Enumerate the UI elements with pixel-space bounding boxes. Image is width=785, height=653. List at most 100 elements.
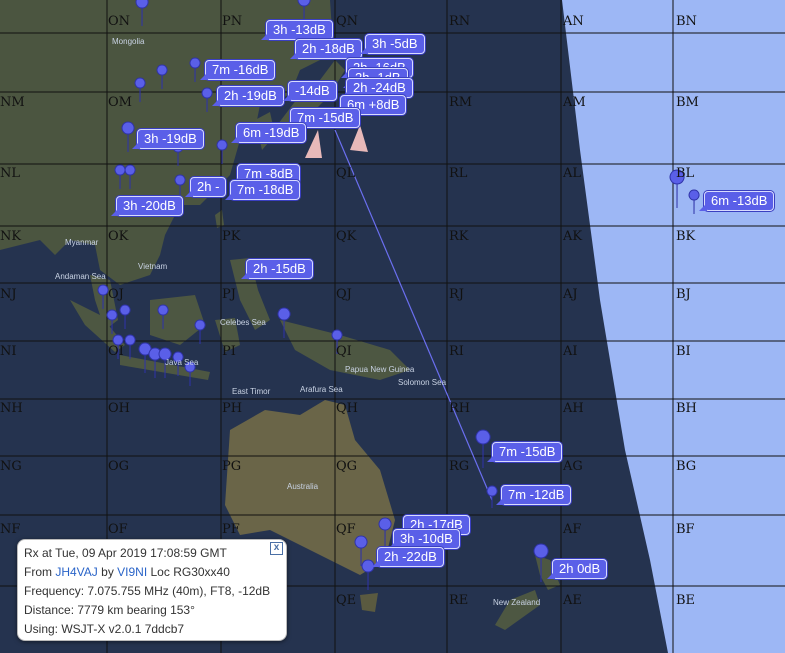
grid-label: OF (108, 522, 128, 537)
grid-label: QK (336, 229, 357, 244)
grid-label: BK (676, 229, 696, 244)
grid-label: QG (336, 459, 358, 474)
grid-label: AN (563, 14, 584, 29)
spot-label[interactable]: 3h -13dB (261, 20, 333, 40)
software-text: Using: WSJT-X v2.0.1 7ddcb7 (24, 622, 185, 636)
grid-label: RN (449, 14, 471, 29)
grid-label: NM (0, 95, 25, 110)
map-canvas[interactable]: ON PN QN RN AN BN NM OM RM AM BM NL QL R… (0, 0, 785, 653)
locator-text: Loc RG30xx40 (147, 565, 230, 579)
spot-label[interactable]: 2h 0dB (546, 559, 608, 579)
grid-label: NH (0, 401, 23, 416)
grid-label: PK (222, 229, 241, 244)
place-label: East Timor (232, 387, 271, 396)
spot-label[interactable]: 2h - (184, 177, 227, 197)
grid-label: PN (222, 14, 243, 29)
spot-label[interactable]: 2h -18dB (290, 39, 362, 59)
grid-label: BH (676, 401, 697, 416)
place-label: Andaman Sea (55, 272, 106, 281)
grid-label: RE (449, 593, 469, 608)
grid-label: NI (0, 344, 17, 359)
spot-label[interactable]: 2h -19dB (212, 86, 284, 106)
grid-label: BL (676, 166, 695, 181)
grid-label: AM (563, 95, 586, 110)
grid-label: QH (336, 401, 358, 416)
grid-label: NK (0, 229, 22, 244)
spot-label[interactable]: 3h -5dB (360, 34, 425, 54)
distance-text: Distance: 7779 km bearing 153° (24, 603, 195, 617)
grid-label: AK (563, 229, 583, 244)
spot-label[interactable]: 6m -19dB (230, 123, 307, 143)
spot-label[interactable]: 7m -16dB (199, 60, 276, 80)
grid-label: AI (563, 344, 578, 359)
spot-label[interactable]: 3h -20dB (111, 196, 183, 216)
sender-call-link[interactable]: JH4VAJ (55, 565, 97, 579)
place-label: Vietnam (138, 262, 168, 271)
place-label: New Zealand (493, 598, 541, 607)
place-label: Celebes Sea (220, 318, 266, 327)
grid-label: OH (108, 401, 130, 416)
grid-label: AJ (563, 287, 578, 302)
grid-label: BM (676, 95, 699, 110)
spot-label[interactable]: 7m -15dB (486, 442, 563, 462)
grid-label: PJ (222, 287, 236, 302)
grid-label: NG (0, 459, 22, 474)
from-line: From JH4VAJ by VI9NI Loc RG30xx40 (24, 563, 286, 582)
grid-label: BG (676, 459, 697, 474)
spot-info-window: x Rx at Tue, 09 Apr 2019 17:08:59 GMT Fr… (17, 539, 287, 641)
grid-label: NJ (0, 287, 17, 302)
grid-label: QF (336, 522, 356, 537)
grid-label: QJ (336, 287, 352, 302)
grid-label: BJ (676, 287, 691, 302)
spot-label[interactable]: 6m -13dB (698, 191, 775, 211)
close-icon[interactable]: x (270, 542, 283, 555)
grid-label: RH (449, 401, 471, 416)
place-label: Myanmar (65, 238, 99, 247)
grid-label: QE (336, 593, 357, 608)
place-label: Java Sea (165, 358, 199, 367)
tasmania-landmass (360, 593, 378, 612)
grid-label: OK (108, 229, 129, 244)
grid-label: NL (0, 166, 21, 181)
grid-label: RK (449, 229, 469, 244)
frequency-text: Frequency: 7.075.755 MHz (40m), FT8, -12… (24, 584, 271, 598)
spot-label[interactable]: -14dB (283, 81, 337, 101)
receiver-call-link[interactable]: VI9NI (117, 565, 147, 579)
grid-label: QN (336, 14, 359, 29)
place-label: Australia (287, 482, 319, 491)
spot-label[interactable]: 7m -18dB (224, 180, 301, 200)
spot-label[interactable]: 3h -10dB (388, 529, 460, 549)
grid-label: AE (563, 593, 582, 608)
grid-label: RG (449, 459, 470, 474)
grid-label: AF (563, 522, 582, 537)
grid-label: RJ (449, 287, 464, 302)
place-label: Mongolia (112, 37, 145, 46)
grid-label: AH (563, 401, 584, 416)
spot-label[interactable]: 2h -15dB (241, 259, 313, 279)
grid-label: BE (676, 593, 696, 608)
grid-label: BN (676, 14, 697, 29)
grid-label: ON (108, 14, 131, 29)
rx-time: Rx at Tue, 09 Apr 2019 17:08:59 GMT (24, 546, 227, 560)
grid-label: OM (108, 95, 132, 110)
grid-label: BF (676, 522, 695, 537)
grid-label: AG (563, 459, 583, 474)
grid-label: PF (222, 522, 240, 537)
from-prefix: From (24, 565, 56, 579)
spot-label[interactable]: 2h -22dB (372, 547, 444, 567)
grid-label: AL (563, 166, 582, 181)
spot-label[interactable]: 7m -12dB (495, 485, 572, 505)
grid-label: PG (222, 459, 242, 474)
grid-label: PH (222, 401, 243, 416)
place-label: Arafura Sea (300, 385, 343, 394)
grid-label: PI (222, 344, 236, 359)
grid-label: RI (449, 344, 464, 359)
place-label: Solomon Sea (398, 378, 447, 387)
grid-label: RM (449, 95, 473, 110)
spot-label[interactable]: 3h -19dB (132, 129, 204, 149)
grid-label: OJ (108, 287, 124, 302)
grid-label: QL (336, 166, 356, 181)
grid-label: RL (449, 166, 468, 181)
place-label: Papua New Guinea (345, 365, 415, 374)
by-word: by (97, 565, 118, 579)
